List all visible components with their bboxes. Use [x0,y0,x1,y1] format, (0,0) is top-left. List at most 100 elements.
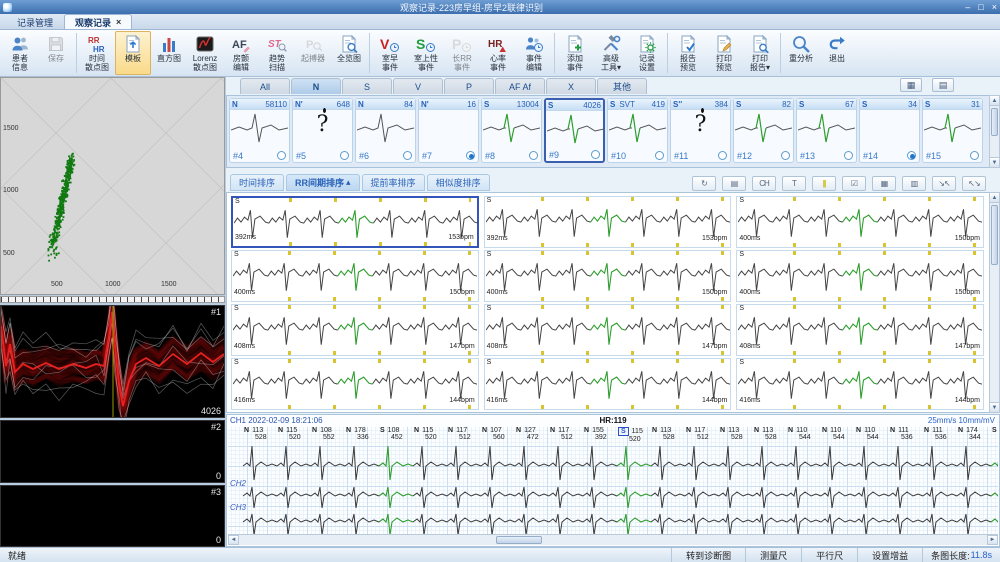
template-card[interactable]: S31#15 [922,98,983,163]
template-radio[interactable] [466,151,475,160]
toolbar-overview-button[interactable]: 全览图 [331,31,367,75]
template-card[interactable]: N84#6 [355,98,416,163]
strip-cell[interactable]: S408ms147bpm [231,304,479,356]
scroll-up-icon[interactable]: ▲ [990,193,999,203]
toolbar-print-report-button[interactable]: 打印 报告▾ [742,31,778,75]
tab-close-icon[interactable]: × [116,17,121,27]
template-row-scrollbar[interactable]: ▲ ▼ [989,95,1000,168]
sort-tab[interactable]: RR间期排序▴ [286,174,360,191]
parallel-ruler-button[interactable]: 平行尺 [801,548,857,562]
template-card[interactable]: S13004#8 [481,98,542,163]
template-overlay-panel-3[interactable]: #3 0 [0,485,225,547]
strip-cell[interactable]: S416ms144bpm [736,358,984,410]
class-tab-x[interactable]: X [546,78,596,94]
class-tab-all[interactable]: All [240,78,290,94]
toolbar-long-rr-events-button[interactable]: P长RR 事件 [444,31,480,75]
close-icon[interactable]: × [992,0,997,14]
toolbar-advanced-tools-button[interactable]: 高级 工具▾ [593,31,629,75]
toolbar-report-preview-button[interactable]: 报告 预览 [670,31,706,75]
ecg-viewer[interactable]: CH1 2022-02-09 18:21:06 HR:119 25mm/s 10… [226,414,1000,547]
set-gain-button[interactable]: 设置增益 [857,548,922,562]
class-tab-p[interactable]: P [444,78,494,94]
toolbar-v-events-button[interactable]: V室早 事件 [372,31,408,75]
sort-tab[interactable]: 提前率排序 [362,174,425,191]
class-tab-s[interactable]: S [342,78,392,94]
class-tab-af-af[interactable]: AF Af [495,78,545,94]
class-tab-v[interactable]: V [393,78,443,94]
template-card[interactable]: S4026#9 [544,98,605,163]
class-tab-n[interactable]: N [291,78,341,94]
toolbar-time-scatter-button[interactable]: RRHR时间 散点图 [79,31,115,75]
toolbar-lorenz-scatter-button[interactable]: Lorenz 散点图 [187,31,223,75]
toolbar-hr-events-button[interactable]: HR心率 事件 [480,31,516,75]
template-radio[interactable] [781,151,790,160]
template-card[interactable]: S82#12 [733,98,794,163]
toolbar-save-button[interactable]: 保存 [38,31,74,75]
tab-observe-record[interactable]: 观察记录 × [64,14,132,29]
sort-tab[interactable]: 时间排序 [230,174,284,191]
template-card[interactable]: SSVT419#10 [607,98,668,163]
maximize-icon[interactable]: □ [978,0,983,14]
tab-record-management[interactable]: 记录管理 [6,14,64,29]
report-page-icon[interactable]: ▤ [722,176,746,191]
mark-list-icon[interactable]: ☑ [842,176,866,191]
template-overlay-panel-2[interactable]: #2 0 [0,420,225,483]
toolbar-patient-info-button[interactable]: 患者 信息 [2,31,38,75]
scroll-up-icon[interactable]: ▲ [990,96,999,106]
template-card[interactable]: N'648?#5 [292,98,353,163]
template-radio[interactable] [403,151,412,160]
strip-cell[interactable]: S416ms144bpm [484,358,732,410]
strip-cell[interactable]: S400ms150bpm [231,250,479,302]
toolbar-record-settings-button[interactable]: 记录 设置 [629,31,665,75]
scroll-down-icon[interactable]: ▼ [990,157,999,167]
toolbar-sv-events-button[interactable]: S室上性 事件 [408,31,444,75]
template-card[interactable]: S34#14 [859,98,920,163]
toolbar-template-button[interactable]: 模板 [115,31,151,75]
viewer-grid[interactable]: CH2 CH3 N113528N115520N108552N178336S108… [228,427,998,535]
strip-cell[interactable]: S416ms144bpm [231,358,479,410]
scroll-down-icon[interactable]: ▼ [990,402,999,412]
strip-grid-scrollbar[interactable]: ▲ ▼ [989,192,1000,413]
template-radio[interactable] [718,151,727,160]
viewer-scrollbar[interactable]: ◄ ► [228,534,998,545]
toolbar-exit-button[interactable]: 退出 [819,31,855,75]
toolbar-reanalyze-button[interactable]: 重分析 [783,31,819,75]
toolbar-add-event-button[interactable]: 添加 事件 [557,31,593,75]
minimize-icon[interactable]: – [965,0,970,14]
class-tab-其他[interactable]: 其他 [597,78,647,94]
scroll-left-icon[interactable]: ◄ [228,535,239,545]
strip-cell[interactable]: S400ms150bpm [484,250,732,302]
lorenz-scatter-plot[interactable]: 1500 1000 500 500 1000 1500 [0,77,225,295]
template-radio[interactable] [277,151,286,160]
template-card[interactable]: N'16#7 [418,98,479,163]
text-size-icon[interactable]: T [782,176,806,191]
grid-pairs-icon[interactable]: ▥ [902,176,926,191]
calipers-icon[interactable]: ||| [812,176,836,191]
template-radio[interactable] [970,151,979,160]
toolbar-print-preview-button[interactable]: 打印 预览 [706,31,742,75]
strip-cell[interactable]: S392ms153bpm [231,196,479,248]
template-radio[interactable] [591,150,600,159]
channel-icon[interactable]: CH [752,176,776,191]
toolbar-trend-scan-button[interactable]: ST趋势 扫描 [259,31,295,75]
template-radio[interactable] [907,151,916,160]
toolbar-af-edit-button[interactable]: AF房颤 编辑 [223,31,259,75]
toolbar-event-edit-button[interactable]: 事件 编辑 [516,31,552,75]
goto-diagnosis-button[interactable]: 转到诊断图 [671,548,745,562]
strip-cell[interactable]: S408ms147bpm [736,304,984,356]
strip-cell[interactable]: S400ms150bpm [736,250,984,302]
template-overlay-panel-1[interactable]: #1 4026 [0,305,225,418]
template-grid-icon[interactable]: ▦ [900,78,922,92]
template-layout-icon[interactable]: ▤ [932,78,954,92]
strip-cell[interactable]: S400ms150bpm [736,196,984,248]
template-radio[interactable] [844,151,853,160]
measure-ruler-button[interactable]: 测量尺 [745,548,801,562]
template-radio[interactable] [655,151,664,160]
template-radio[interactable] [340,151,349,160]
template-radio[interactable] [529,151,538,160]
strip-cell[interactable]: S392ms153bpm [484,196,732,248]
template-card[interactable]: N58110#4 [229,98,290,163]
collapse-icon[interactable]: ↘↖ [932,176,956,191]
expand-icon[interactable]: ↖↘ [962,176,986,191]
grid-dense-icon[interactable]: ▦ [872,176,896,191]
